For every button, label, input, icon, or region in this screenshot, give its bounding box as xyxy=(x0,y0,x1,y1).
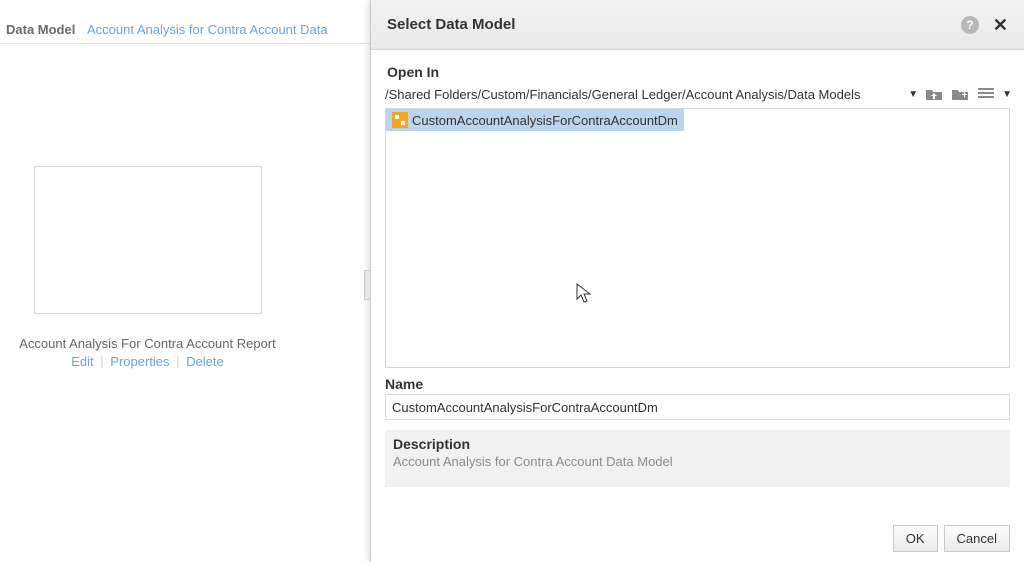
description-text: Account Analysis for Contra Account Data… xyxy=(393,454,1002,469)
folder-up-icon[interactable] xyxy=(924,86,944,102)
select-data-model-dialog: Select Data Model ? ✕ Open In /Shared Fo… xyxy=(370,0,1024,562)
list-item-label: CustomAccountAnalysisForContraAccountDm xyxy=(412,113,678,128)
folder-path: /Shared Folders/Custom/Financials/Genera… xyxy=(385,87,902,102)
tab-data-model[interactable]: Data Model xyxy=(6,22,75,37)
list-view-icon[interactable] xyxy=(976,86,996,102)
path-row: /Shared Folders/Custom/Financials/Genera… xyxy=(371,86,1024,108)
ok-button[interactable]: OK xyxy=(893,525,938,552)
open-in-label: Open In xyxy=(371,50,1024,86)
description-label: Description xyxy=(393,436,1002,452)
view-dropdown-icon[interactable]: ▼ xyxy=(1002,89,1012,100)
tab-report-link[interactable]: Account Analysis for Contra Account Data xyxy=(87,22,328,37)
list-item[interactable]: CustomAccountAnalysisForContraAccountDm xyxy=(386,109,684,131)
name-input[interactable] xyxy=(385,394,1010,420)
edit-link[interactable]: Edit xyxy=(71,354,93,369)
report-actions: Edit | Properties | Delete xyxy=(0,354,295,369)
delete-link[interactable]: Delete xyxy=(186,354,224,369)
report-title-label: Account Analysis For Contra Account Repo… xyxy=(0,336,295,351)
new-folder-icon[interactable] xyxy=(950,86,970,102)
path-dropdown-icon[interactable]: ▼ xyxy=(908,89,918,100)
cancel-button[interactable]: Cancel xyxy=(944,525,1010,552)
data-model-icon xyxy=(392,112,408,128)
dialog-resize-handle[interactable] xyxy=(364,270,371,300)
help-icon[interactable]: ? xyxy=(961,16,979,34)
properties-link[interactable]: Properties xyxy=(110,354,169,369)
dialog-header: Select Data Model ? ✕ xyxy=(371,0,1024,50)
name-label: Name xyxy=(385,376,1010,392)
dialog-title: Select Data Model xyxy=(387,16,961,33)
close-icon[interactable]: ✕ xyxy=(993,16,1008,34)
report-thumbnail[interactable] xyxy=(34,166,262,314)
file-listing[interactable]: CustomAccountAnalysisForContraAccountDm xyxy=(385,108,1010,368)
